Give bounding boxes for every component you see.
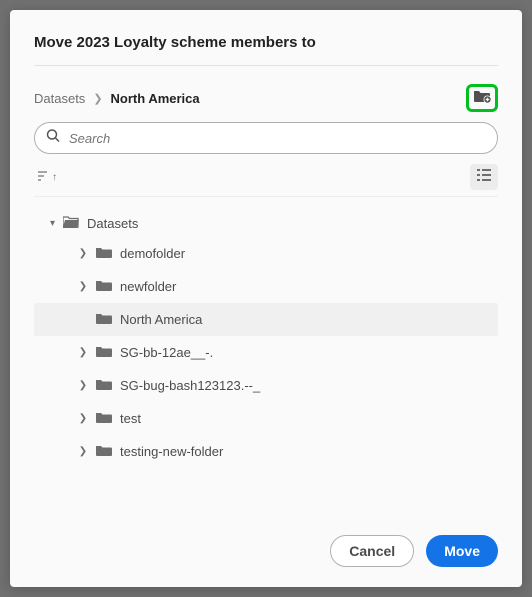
folder-icon [96,378,112,393]
new-folder-icon [473,88,491,108]
chevron-right-icon: ❯ [78,281,88,292]
list-view-icon [477,168,491,186]
folder-icon [96,345,112,360]
dialog-title: Move 2023 Loyalty scheme members to [34,34,498,66]
sort-arrow-icon: ↑ [52,172,57,183]
tree-item[interactable]: ❯ newfolder [34,270,498,303]
move-dialog: Move 2023 Loyalty scheme members to Data… [10,10,522,587]
chevron-down-icon: ▾ [50,218,55,229]
sort-icon [38,171,50,184]
tree-item[interactable]: ❯ demofolder [34,237,498,270]
tree-item-label: testing-new-folder [120,444,223,459]
header-row: Datasets ❯ North America [34,84,498,112]
chevron-right-icon: ❯ [78,248,88,259]
search-input[interactable] [34,122,498,154]
sort-button[interactable]: ↑ [34,167,61,188]
chevron-right-icon: ❯ [78,413,88,424]
tree-item-label: newfolder [120,279,176,294]
breadcrumb-root[interactable]: Datasets [34,91,85,106]
folder-tree: ▾ Datasets ❯demofolder❯newfolder❯North A… [34,209,498,519]
folder-icon [96,411,112,426]
chevron-right-icon: ❯ [93,92,102,105]
folder-icon [96,279,112,294]
view-toggle-button[interactable] [470,164,498,190]
chevron-right-icon: ❯ [78,446,88,457]
tree-item[interactable]: ❯ SG-bug-bash123123.--_ [34,369,498,402]
chevron-right-icon: ❯ [78,380,88,391]
cancel-button[interactable]: Cancel [330,535,414,567]
folder-icon [96,246,112,261]
tree-item-label: SG-bug-bash123123.--_ [120,378,260,393]
tree-root-item[interactable]: ▾ Datasets [34,209,498,237]
tree-item-label: SG-bb-12ae__-. [120,345,213,360]
tree-item[interactable]: ❯ SG-bb-12ae__-. [34,336,498,369]
tree-item-label: test [120,411,141,426]
tree-item-label: demofolder [120,246,185,261]
toolbar: ↑ [34,164,498,197]
folder-icon [96,312,112,327]
move-button[interactable]: Move [426,535,498,567]
dialog-footer: Cancel Move [34,519,498,567]
breadcrumb-current: North America [111,91,200,106]
tree-item[interactable]: ❯ testing-new-folder [34,435,498,468]
breadcrumb: Datasets ❯ North America [34,91,200,106]
search-field [34,122,498,154]
tree-item[interactable]: ❯North America [34,303,498,336]
new-folder-button[interactable] [466,84,498,112]
tree-root-label: Datasets [87,216,138,231]
tree-item-label: North America [120,312,202,327]
tree-item[interactable]: ❯ test [34,402,498,435]
search-icon [46,129,60,148]
folder-icon [96,444,112,459]
folder-open-icon [63,215,79,231]
chevron-right-icon: ❯ [78,347,88,358]
